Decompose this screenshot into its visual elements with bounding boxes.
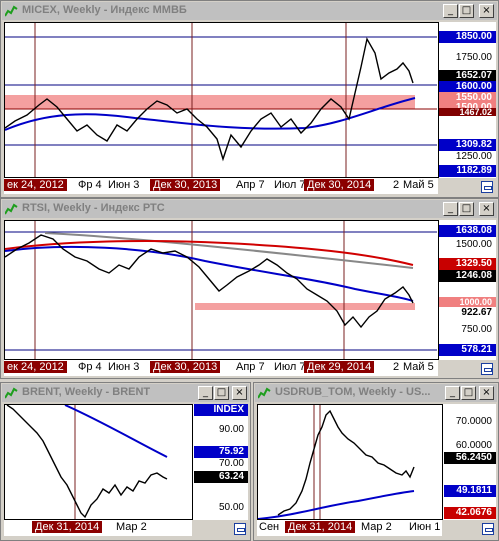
rtsi-title: RTSI, Weekly - Индекс РТС bbox=[22, 202, 165, 214]
micex-window[interactable]: MICEX, Weekly - Индекс ММВБ _ □ × 1850.0… bbox=[0, 0, 499, 198]
price-label: 50.00 bbox=[218, 502, 244, 513]
price-label: 90.00 bbox=[218, 424, 244, 435]
scale-fix-icon[interactable] bbox=[481, 363, 493, 375]
time-label: Дек 30, 2014 bbox=[304, 179, 375, 191]
price-label: 1500.00 bbox=[455, 239, 492, 250]
time-label: Апр 7 bbox=[236, 179, 265, 191]
scale-fix-icon[interactable] bbox=[482, 523, 494, 535]
price-label: 60.0000 bbox=[455, 440, 492, 451]
time-label: Июл 7 bbox=[274, 361, 306, 373]
price-label: 1250.00 bbox=[455, 151, 492, 162]
maximize-button[interactable]: □ bbox=[459, 202, 474, 216]
minimize-button[interactable]: _ bbox=[443, 4, 458, 18]
price-label: 750.00 bbox=[461, 324, 492, 335]
time-label: ек 24, 2012 bbox=[4, 361, 67, 373]
time-label: Дек 30, 2013 bbox=[150, 361, 221, 373]
price-label: 70.0000 bbox=[455, 416, 492, 427]
time-label: Фр 4 bbox=[78, 179, 102, 191]
brent-time-axis[interactable]: Дек 31, 2014 Мар 2 bbox=[4, 520, 192, 536]
chart-window-icon bbox=[258, 387, 271, 399]
time-label: Дек 31, 2014 bbox=[32, 521, 103, 533]
time-label: Май 5 bbox=[403, 179, 434, 191]
time-label: 2 bbox=[393, 179, 400, 191]
price-label: 1329.50 bbox=[439, 258, 496, 270]
usdrub-price-scale[interactable]: 70.0000 60.0000 56.2450 49.1811 42.0676 bbox=[442, 404, 496, 520]
brent-title: BRENT, Weekly - BRENT bbox=[22, 386, 151, 398]
time-label: Дек 31, 2014 bbox=[285, 521, 356, 533]
usdrub-title-bar[interactable]: USDRUB_TOM, Weekly - US... _ □ × bbox=[255, 384, 497, 402]
price-label: 56.2450 bbox=[444, 452, 496, 464]
time-label: Июл 7 bbox=[274, 179, 306, 191]
price-label: 70.00 bbox=[218, 458, 244, 469]
close-button[interactable]: × bbox=[232, 386, 247, 400]
time-label: Сен bbox=[259, 521, 280, 533]
chart-window-icon bbox=[5, 203, 18, 215]
time-label: Мар 2 bbox=[116, 521, 147, 533]
close-button[interactable]: × bbox=[479, 202, 494, 216]
micex-title: MICEX, Weekly - Индекс ММВБ bbox=[22, 4, 187, 16]
time-label: Дек 30, 2013 bbox=[150, 179, 221, 191]
maximize-button[interactable]: □ bbox=[459, 4, 474, 18]
close-button[interactable]: × bbox=[479, 4, 494, 18]
close-button[interactable]: × bbox=[479, 386, 494, 400]
maximize-button[interactable]: □ bbox=[214, 386, 229, 400]
price-label: 1182.89 bbox=[439, 165, 496, 177]
time-label: Фр 4 bbox=[78, 361, 102, 373]
minimize-button[interactable]: _ bbox=[445, 386, 460, 400]
price-label: 1000.00 bbox=[439, 297, 496, 307]
price-label: 1246.08 bbox=[439, 270, 496, 282]
time-label: Май 5 bbox=[403, 361, 434, 373]
price-label: 1309.82 bbox=[439, 139, 496, 151]
price-label: 1750.00 bbox=[455, 52, 492, 63]
rtsi-price-scale[interactable]: 1638.08 1500.00 1329.50 1246.08 1000.00 … bbox=[438, 220, 496, 360]
time-label: Июн 3 bbox=[108, 361, 140, 373]
rtsi-window[interactable]: RTSI, Weekly - Индекс РТС _ □ × 1638.08 … bbox=[0, 198, 499, 379]
time-label: ек 24, 2012 bbox=[4, 179, 67, 191]
chart-window-icon bbox=[5, 5, 18, 17]
price-label: 63.24 bbox=[194, 471, 248, 483]
price-label: 578.21 bbox=[439, 344, 496, 356]
rtsi-chart-svg bbox=[5, 221, 437, 359]
rtsi-title-bar[interactable]: RTSI, Weekly - Индекс РТС _ □ × bbox=[2, 200, 497, 218]
micex-price-scale[interactable]: 1850.00 1750.00 1652.07 1600.00 1550.00 … bbox=[438, 22, 496, 178]
brent-title-bar[interactable]: BRENT, Weekly - BRENT _ □ × bbox=[2, 384, 249, 402]
price-label: 1467.02 bbox=[439, 108, 496, 117]
time-label: Дек 29, 2014 bbox=[304, 361, 375, 373]
time-label: 2 bbox=[393, 361, 400, 373]
micex-chart-svg bbox=[5, 23, 437, 177]
rtsi-chart-plot[interactable] bbox=[4, 220, 496, 360]
time-label: Апр 7 bbox=[236, 361, 265, 373]
maximize-button[interactable]: □ bbox=[461, 386, 476, 400]
price-label: 922.67 bbox=[439, 307, 496, 319]
micex-time-axis[interactable]: ек 24, 2012 Фр 4 Июн 3 Дек 30, 2013 Апр … bbox=[4, 178, 438, 194]
micex-chart-plot[interactable] bbox=[4, 22, 496, 178]
micex-title-bar[interactable]: MICEX, Weekly - Индекс ММВБ _ □ × bbox=[2, 2, 497, 20]
brent-price-scale[interactable]: INDEX 90.00 75.92 70.00 63.24 50.00 bbox=[192, 404, 248, 520]
time-label: Мар 2 bbox=[361, 521, 392, 533]
time-label: Июн 1 bbox=[409, 521, 441, 533]
price-label: 42.0676 bbox=[444, 507, 496, 519]
usdrub-window[interactable]: USDRUB_TOM, Weekly - US... _ □ × 70.0000… bbox=[253, 382, 499, 541]
chart-window-icon bbox=[5, 387, 18, 399]
price-label: INDEX bbox=[194, 404, 248, 416]
scale-fix-icon[interactable] bbox=[234, 523, 246, 535]
scale-fix-icon[interactable] bbox=[481, 181, 493, 193]
price-label: 1850.00 bbox=[439, 31, 496, 43]
minimize-button[interactable]: _ bbox=[443, 202, 458, 216]
time-label: Июн 3 bbox=[108, 179, 140, 191]
brent-window[interactable]: BRENT, Weekly - BRENT _ □ × INDEX 90.00 … bbox=[0, 382, 251, 541]
price-label: 49.1811 bbox=[444, 485, 496, 497]
price-label: 75.92 bbox=[194, 446, 248, 458]
usdrub-title: USDRUB_TOM, Weekly - US... bbox=[275, 386, 431, 398]
price-label: 1638.08 bbox=[439, 225, 496, 237]
minimize-button[interactable]: _ bbox=[198, 386, 213, 400]
rtsi-time-axis[interactable]: ек 24, 2012 Фр 4 Июн 3 Дек 30, 2013 Апр … bbox=[4, 360, 438, 376]
usdrub-time-axis[interactable]: Сен Дек 31, 2014 Мар 2 Июн 1 bbox=[257, 520, 442, 536]
